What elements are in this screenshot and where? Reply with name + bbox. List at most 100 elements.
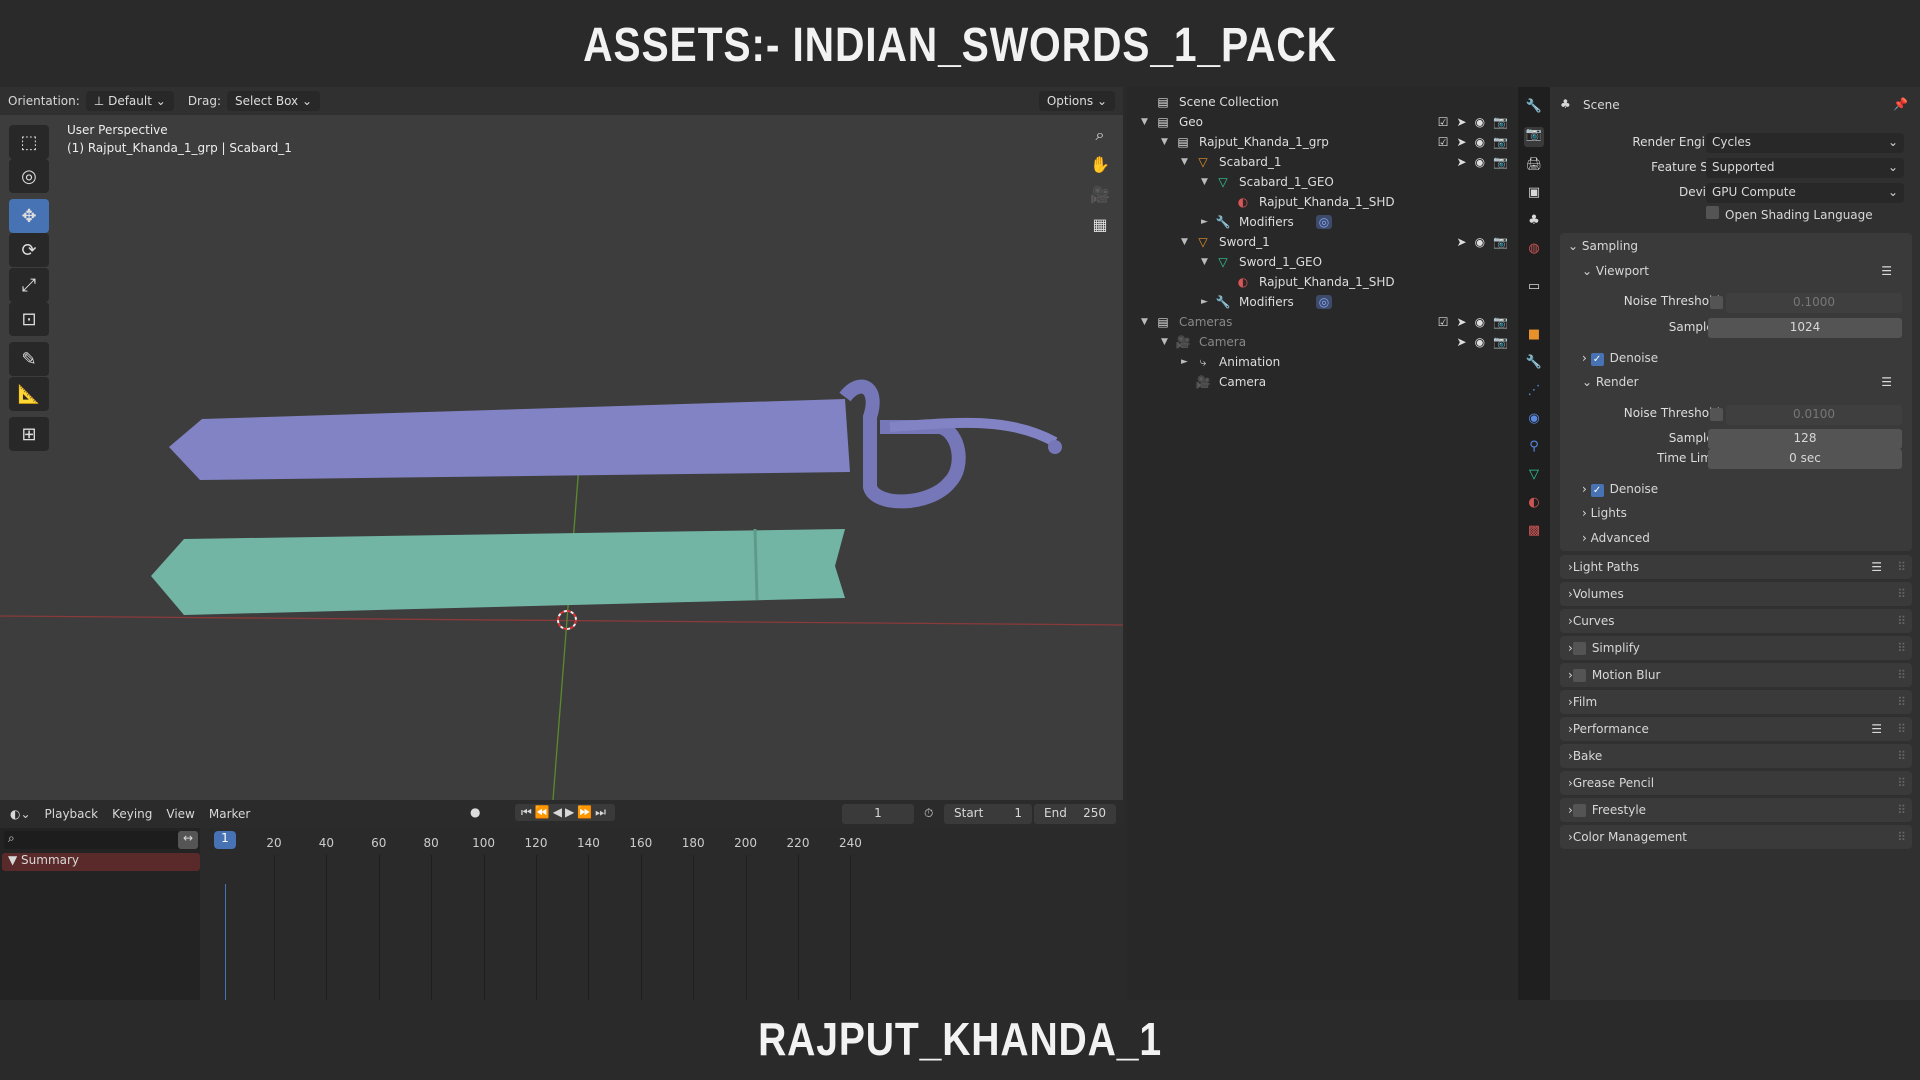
editor-type-icon[interactable]: ◐⌄ xyxy=(10,807,31,821)
render-camera-icon[interactable]: 📷 xyxy=(1493,335,1508,349)
sampling-header[interactable]: ⌄ Sampling xyxy=(1568,239,1638,253)
outliner-row[interactable]: ► 🔧 Modifiers ◎ xyxy=(1127,212,1518,232)
scene-tab-icon[interactable]: ♣ xyxy=(1524,213,1544,233)
view-layer-tab-icon[interactable]: ▣ xyxy=(1524,185,1544,205)
tool-tab-icon[interactable]: 🔧 xyxy=(1524,99,1544,119)
disclosure-triangle-icon[interactable]: ► xyxy=(1181,357,1193,367)
menu-playback[interactable]: Playback xyxy=(45,807,99,821)
panel-performance[interactable]: › Performance ☰ ⠿ xyxy=(1560,717,1912,741)
preset-list-icon[interactable]: ☰ xyxy=(1881,375,1892,389)
r-denoise-row[interactable]: › ✓ Denoise xyxy=(1582,482,1658,497)
selectable-arrow-icon[interactable]: ➤ xyxy=(1457,315,1467,329)
disclosure-triangle-icon[interactable]: ► xyxy=(1201,297,1213,307)
drag-handle-icon[interactable]: ⠿ xyxy=(1897,560,1906,574)
outliner-row[interactable]: ▼ 🎥 Camera ➤ ◉ 📷 xyxy=(1127,332,1518,352)
drag-handle-icon[interactable]: ⠿ xyxy=(1897,695,1906,709)
disclosure-triangle-icon[interactable]: ▼ xyxy=(1181,237,1193,247)
disclosure-triangle-icon[interactable]: ► xyxy=(1201,217,1213,227)
r-noise-checkbox[interactable] xyxy=(1710,408,1723,421)
outliner-row[interactable]: ► ⤷ Animation xyxy=(1127,352,1518,372)
disclosure-triangle-icon[interactable]: ▼ xyxy=(1201,177,1213,187)
selectable-arrow-icon[interactable]: ➤ xyxy=(1457,335,1467,349)
osl-checkbox[interactable]: Open Shading Language xyxy=(1706,206,1873,222)
exclude-checkbox[interactable]: ☑ xyxy=(1438,135,1449,149)
outliner-row[interactable]: ▼ ▽ Sword_1_GEO xyxy=(1127,252,1518,272)
exclude-checkbox[interactable]: ☑ xyxy=(1438,315,1449,329)
render-engine-dropdown[interactable]: Cycles ⌄ xyxy=(1706,133,1904,153)
panel-film[interactable]: › Film ⠿ xyxy=(1560,690,1912,714)
dopesheet-area[interactable] xyxy=(200,828,1123,1000)
vp-noise-field[interactable]: 0.1000 xyxy=(1726,293,1902,313)
transform-tool-icon[interactable]: ⊡ xyxy=(9,302,49,336)
channel-search-input[interactable]: ⌕ xyxy=(4,831,180,849)
drag-handle-icon[interactable]: ⠿ xyxy=(1897,722,1906,736)
measure-tool-icon[interactable]: 📐 xyxy=(9,377,49,411)
r-noise-field[interactable]: 0.0100 xyxy=(1726,405,1902,425)
pin-icon[interactable]: 📌 xyxy=(1893,97,1908,111)
render-camera-icon[interactable]: 📷 xyxy=(1493,235,1508,249)
options-dropdown[interactable]: Options ⌄ xyxy=(1038,91,1115,111)
outliner-row[interactable]: ▼ ▽ Sword_1 ➤ ◉ 📷 xyxy=(1127,232,1518,252)
disclosure-triangle-icon[interactable]: ▼ xyxy=(1141,117,1153,127)
drag-handle-icon[interactable]: ⠿ xyxy=(1897,749,1906,763)
object-tab-icon[interactable]: ■ xyxy=(1524,327,1544,347)
panel-freestyle[interactable]: › Freestyle ⠿ xyxy=(1560,798,1912,822)
drag-handle-icon[interactable]: ⠿ xyxy=(1897,776,1906,790)
properties-editor[interactable]: ♣ Scene 📌 Render Engine Cycles ⌄ Feature … xyxy=(1550,87,1920,1000)
panel-simplify[interactable]: › Simplify ⠿ xyxy=(1560,636,1912,660)
outliner[interactable]: ▤ Scene Collection ▼ ▤ Geo ☑ ➤ ◉ 📷 ▼ ▤ Rajput_Khand… xyxy=(1127,87,1518,1000)
panel-motion-blur[interactable]: › Motion Blur ⠿ xyxy=(1560,663,1912,687)
selectable-arrow-icon[interactable]: ➤ xyxy=(1457,155,1467,169)
preset-list-icon[interactable]: ☰ xyxy=(1871,722,1882,736)
panel-grease-pencil[interactable]: › Grease Pencil ⠿ xyxy=(1560,771,1912,795)
drag-handle-icon[interactable]: ⠿ xyxy=(1897,614,1906,628)
vp-denoise-row[interactable]: › ✓ Denoise xyxy=(1582,351,1658,366)
menu-marker[interactable]: Marker xyxy=(209,807,250,821)
outliner-row[interactable]: ▼ ▽ Scabard_1_GEO xyxy=(1127,172,1518,192)
data-tab-icon[interactable]: ▽ xyxy=(1524,467,1544,487)
outliner-row[interactable]: ▼ ▤ Cameras ☑ ➤ ◉ 📷 xyxy=(1127,312,1518,332)
render-subpanel-header[interactable]: ⌄ Render xyxy=(1582,375,1639,389)
disclosure-triangle-icon[interactable]: ▼ xyxy=(1161,137,1173,147)
constraints-tab-icon[interactable]: ⚲ xyxy=(1524,439,1544,459)
panel-enable-checkbox[interactable] xyxy=(1572,803,1586,817)
viewport-subpanel-header[interactable]: ⌄ Viewport xyxy=(1582,264,1649,278)
render-camera-icon[interactable]: 📷 xyxy=(1493,155,1508,169)
pan-hand-icon[interactable]: ✋ xyxy=(1087,155,1113,181)
eye-icon[interactable]: ◉ xyxy=(1475,315,1485,329)
disclosure-triangle-icon[interactable]: ▼ xyxy=(1181,157,1193,167)
physics-tab-icon[interactable]: ◉ xyxy=(1524,411,1544,431)
eye-icon[interactable]: ◉ xyxy=(1475,155,1485,169)
advanced-subpanel[interactable]: › Advanced xyxy=(1582,531,1650,545)
annotate-tool-icon[interactable]: ✎ xyxy=(9,342,49,376)
lights-subpanel[interactable]: › Lights xyxy=(1582,506,1627,520)
zoom-icon[interactable]: ⌕ xyxy=(1087,125,1113,151)
output-tab-icon[interactable]: 🖨 xyxy=(1524,157,1544,177)
world-tab-icon[interactable]: ◍ xyxy=(1524,241,1544,261)
panel-bake[interactable]: › Bake ⠿ xyxy=(1560,744,1912,768)
eye-icon[interactable]: ◉ xyxy=(1475,335,1485,349)
selectable-arrow-icon[interactable]: ➤ xyxy=(1457,235,1467,249)
selectable-arrow-icon[interactable]: ➤ xyxy=(1457,135,1467,149)
panel-color-management[interactable]: › Color Management ⠿ xyxy=(1560,825,1912,849)
drag-handle-icon[interactable]: ⠿ xyxy=(1897,641,1906,655)
outliner-row[interactable]: ► 🔧 Modifiers ◎ xyxy=(1127,292,1518,312)
collection-tab-icon[interactable]: ▭ xyxy=(1524,279,1544,299)
outliner-row[interactable]: ◐ Rajput_Khanda_1_SHD xyxy=(1127,192,1518,212)
panel-enable-checkbox[interactable] xyxy=(1572,641,1586,655)
disclosure-triangle-icon[interactable]: ▼ xyxy=(1141,317,1153,327)
playback-controls[interactable]: ⏮⏪◀▶⏩⏭ xyxy=(515,804,615,821)
end-frame-field[interactable]: End 250 xyxy=(1034,804,1116,824)
eye-icon[interactable]: ◉ xyxy=(1475,135,1485,149)
render-camera-icon[interactable]: 📷 xyxy=(1493,115,1508,129)
summary-channel[interactable]: ▼ Summary xyxy=(2,853,200,871)
modifier-tab-icon[interactable]: 🔧 xyxy=(1524,355,1544,375)
select-box-tool-icon[interactable]: ⬚ xyxy=(9,125,49,159)
stopwatch-icon[interactable]: ⏱ xyxy=(924,806,933,821)
render-camera-icon[interactable]: 📷 xyxy=(1493,315,1508,329)
selectable-arrow-icon[interactable]: ➤ xyxy=(1457,115,1467,129)
rotate-tool-icon[interactable]: ⟳ xyxy=(9,233,49,267)
panel-curves[interactable]: › Curves ⠿ xyxy=(1560,609,1912,633)
3d-viewport[interactable]: Orientation: ⊥ Default ⌄ Drag: Select Bo… xyxy=(0,87,1123,800)
drag-dropdown[interactable]: Select Box ⌄ xyxy=(227,91,321,111)
